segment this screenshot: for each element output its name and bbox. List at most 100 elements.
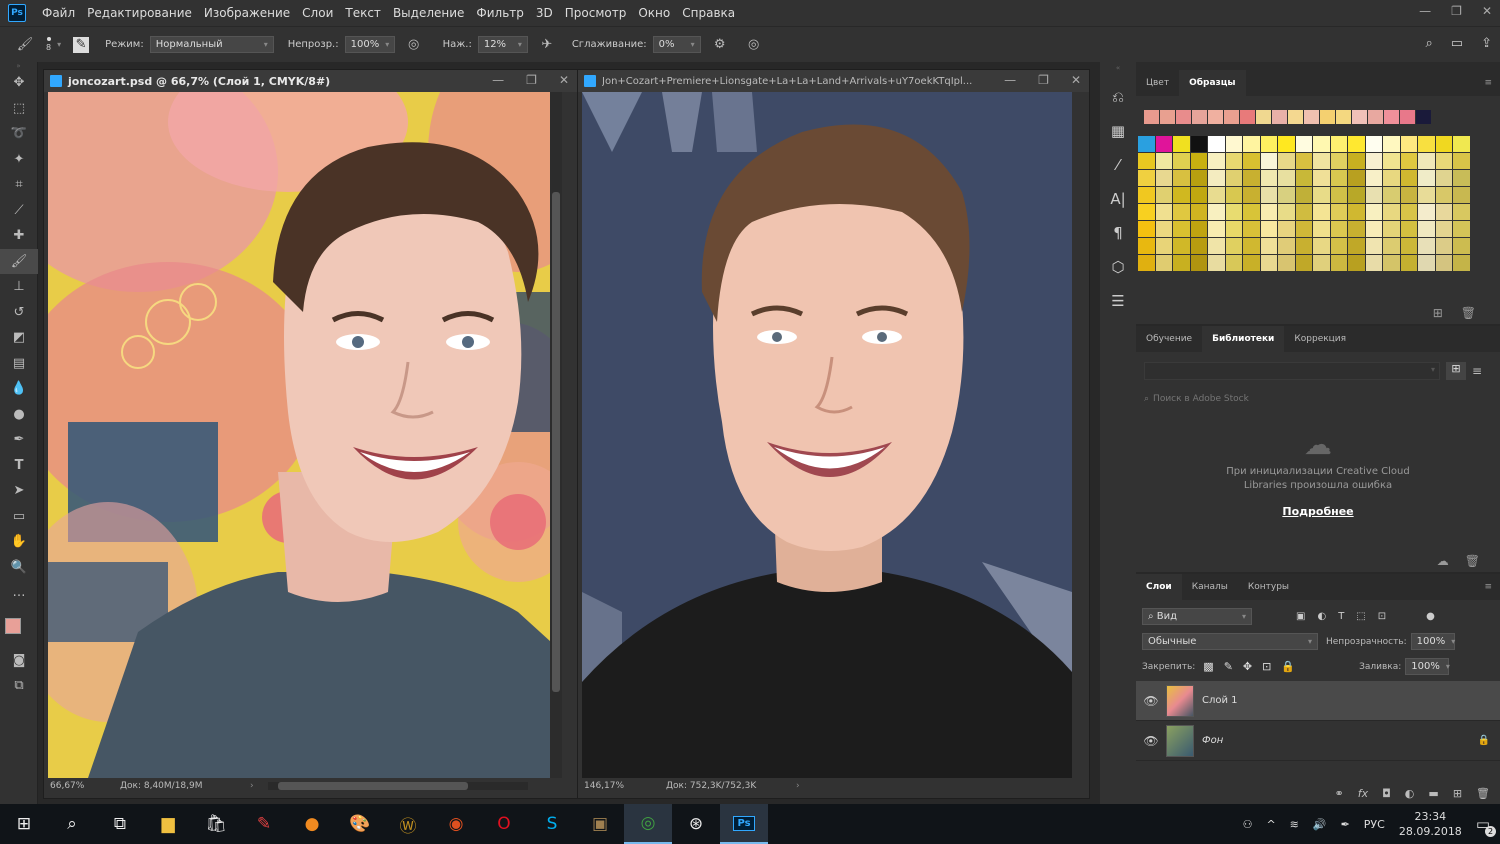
swatch[interactable] — [1453, 187, 1470, 203]
swatch[interactable] — [1368, 110, 1383, 124]
horizontal-scrollbar[interactable] — [267, 782, 528, 790]
swatch[interactable] — [1278, 204, 1295, 220]
marquee-tool-icon[interactable]: ⬚ — [0, 96, 38, 122]
tab-channels[interactable]: Каналы — [1182, 574, 1238, 600]
restore-icon[interactable]: ❐ — [1451, 4, 1462, 18]
swatch[interactable] — [1313, 170, 1330, 186]
windows-start-icon[interactable]: ⊞ — [0, 804, 48, 844]
swatch[interactable] — [1453, 221, 1470, 237]
swatch[interactable] — [1243, 170, 1260, 186]
swatch[interactable] — [1225, 255, 1242, 271]
chevron-up-icon[interactable]: ^ — [1266, 818, 1275, 831]
swatch[interactable] — [1288, 110, 1303, 124]
document-tab-2[interactable]: Jon+Cozart+Premiere+Lionsgate+La+La+Land… — [578, 70, 1089, 92]
3d-icon[interactable]: ⬡ — [1111, 258, 1124, 276]
pressure-field[interactable]: 12% ▾ — [477, 36, 528, 53]
screen-mode-icon[interactable]: ⧉ — [0, 673, 38, 699]
swatch[interactable] — [1138, 187, 1155, 203]
close-icon[interactable]: ✕ — [1071, 73, 1081, 87]
opacity-field[interactable]: 100% ▾ — [344, 36, 395, 53]
tab-learn[interactable]: Обучение — [1136, 326, 1202, 352]
tab-color[interactable]: Цвет — [1136, 70, 1179, 96]
minimize-icon[interactable]: — — [1004, 73, 1016, 87]
swatch[interactable] — [1348, 187, 1365, 203]
library-dropdown[interactable]: ▾ — [1144, 362, 1440, 380]
brush-preset-picker[interactable]: 8 — [46, 37, 51, 52]
adjustment-filter-icon[interactable]: ◐ — [1317, 611, 1326, 622]
adjustment-layer-icon[interactable]: ◐ — [1405, 787, 1415, 800]
swatch[interactable] — [1400, 170, 1417, 186]
brush-panel-icon[interactable]: ✎ — [73, 36, 90, 53]
swatch[interactable] — [1155, 170, 1172, 186]
swatch[interactable] — [1278, 153, 1295, 169]
swatch[interactable] — [1138, 170, 1155, 186]
swatch[interactable] — [1453, 255, 1470, 271]
swatch[interactable] — [1173, 153, 1190, 169]
paint-app-icon[interactable]: ✎ — [240, 804, 288, 844]
link-layers-icon[interactable]: ⚭ — [1334, 787, 1343, 800]
swatch[interactable] — [1278, 187, 1295, 203]
swatch[interactable] — [1365, 221, 1382, 237]
swatch[interactable] — [1155, 204, 1172, 220]
search-icon[interactable]: ⌕ — [1426, 36, 1433, 51]
file-explorer-icon[interactable]: ▆ — [144, 804, 192, 844]
swatch[interactable] — [1208, 136, 1225, 152]
chevron-right-icon[interactable]: › — [796, 781, 800, 791]
more-tools-icon[interactable]: … — [0, 580, 38, 606]
swatch[interactable] — [1295, 204, 1312, 220]
language-indicator[interactable]: РУС — [1364, 818, 1385, 831]
stamp-tool-icon[interactable]: ⊥ — [0, 274, 38, 300]
menu-filter[interactable]: Фильтр — [470, 0, 529, 26]
tab-layers[interactable]: Слои — [1136, 574, 1182, 600]
swatch[interactable] — [1313, 238, 1330, 254]
lock-transparent-icon[interactable]: ▩ — [1203, 660, 1213, 673]
history-brush-icon[interactable]: ↺ — [0, 300, 38, 326]
swatch[interactable] — [1173, 170, 1190, 186]
smart-filter-icon[interactable]: ⊡ — [1378, 611, 1386, 622]
photoshop-taskbar-icon[interactable]: Ps — [720, 804, 768, 844]
swatch[interactable] — [1155, 238, 1172, 254]
image-filter-icon[interactable]: ▣ — [1296, 611, 1305, 622]
swatch[interactable] — [1313, 255, 1330, 271]
new-layer-icon[interactable]: ⊞ — [1453, 787, 1462, 800]
swatch[interactable] — [1365, 136, 1382, 152]
layer-opacity-field[interactable]: 100% ▾ — [1410, 633, 1455, 650]
swatch[interactable] — [1418, 221, 1435, 237]
swatch[interactable] — [1138, 136, 1155, 152]
swatch[interactable] — [1138, 238, 1155, 254]
swatch[interactable] — [1348, 221, 1365, 237]
swatch[interactable] — [1190, 153, 1207, 169]
swatch[interactable] — [1400, 221, 1417, 237]
swatch[interactable] — [1435, 221, 1452, 237]
wifi-icon[interactable]: ≋ — [1290, 818, 1299, 831]
swatch[interactable] — [1278, 136, 1295, 152]
swatch[interactable] — [1336, 110, 1351, 124]
task-view-icon[interactable]: ⧉ — [96, 804, 144, 844]
swatch[interactable] — [1243, 187, 1260, 203]
brush-tool-icon[interactable]: 🖌 — [16, 36, 34, 54]
healing-brush-icon[interactable]: ✚ — [0, 223, 38, 249]
path-select-icon[interactable]: ➤ — [0, 478, 38, 504]
swatch[interactable] — [1330, 255, 1347, 271]
swatch[interactable] — [1330, 187, 1347, 203]
swatch[interactable] — [1190, 238, 1207, 254]
swatch[interactable] — [1138, 255, 1155, 271]
steam-icon[interactable]: ⊛ — [672, 804, 720, 844]
gear-icon[interactable]: ⚙ — [711, 36, 729, 54]
swatch[interactable] — [1435, 204, 1452, 220]
swatch[interactable] — [1383, 204, 1400, 220]
swatch[interactable] — [1365, 255, 1382, 271]
artwork-canvas[interactable] — [48, 92, 562, 778]
swatch[interactable] — [1272, 110, 1287, 124]
swatch[interactable] — [1400, 153, 1417, 169]
tab-swatches[interactable]: Образцы — [1179, 70, 1246, 96]
swatch[interactable] — [1435, 255, 1452, 271]
panel-collapse-icon[interactable]: » — [0, 62, 37, 70]
rectangle-tool-icon[interactable]: ▭ — [0, 504, 38, 530]
properties-icon[interactable]: ▦ — [1111, 122, 1125, 140]
swatch[interactable] — [1295, 238, 1312, 254]
zoom-tool-icon[interactable]: 🔍 — [0, 555, 38, 581]
swatch[interactable] — [1453, 153, 1470, 169]
swatch[interactable] — [1260, 153, 1277, 169]
opera-icon[interactable]: O — [480, 804, 528, 844]
